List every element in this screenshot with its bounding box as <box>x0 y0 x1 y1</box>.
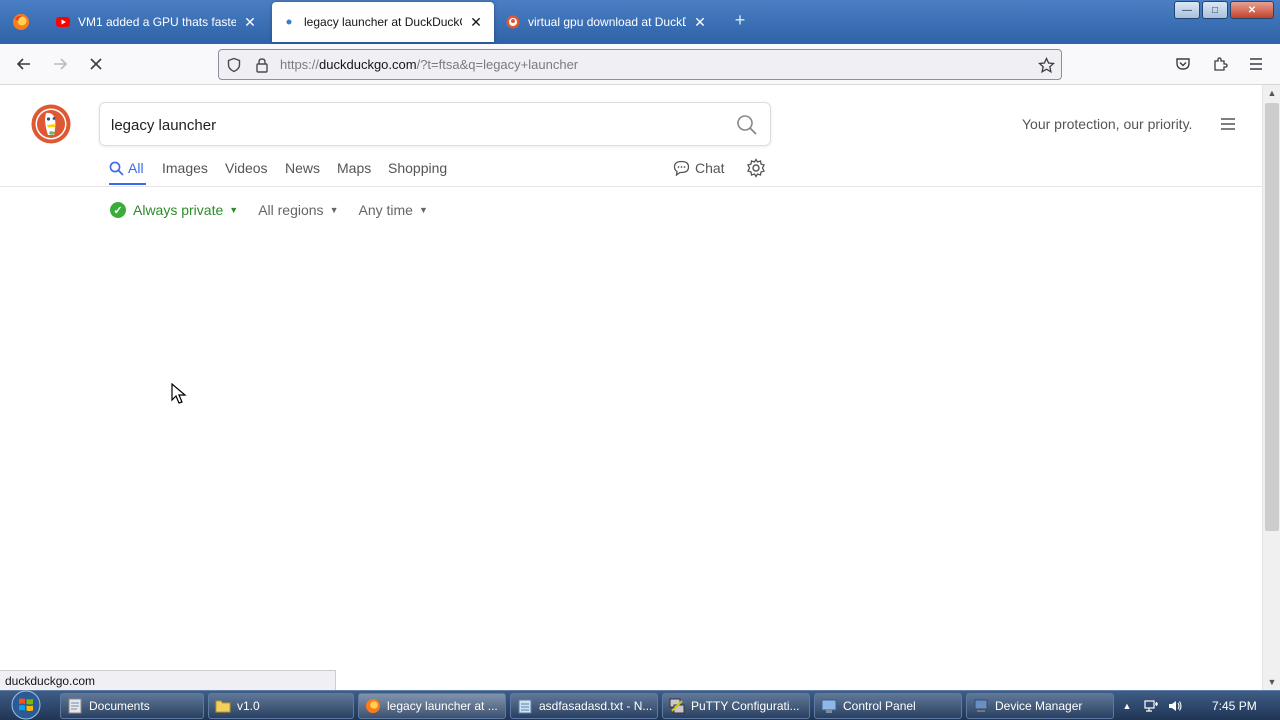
windows-taskbar: Documents v1.0 legacy launcher at ... as… <box>0 690 1280 720</box>
show-hidden-icons-icon[interactable]: ▲ <box>1118 697 1136 715</box>
mouse-cursor-icon <box>171 382 187 405</box>
active-tab-underline <box>109 183 146 185</box>
link-status-bar: duckduckgo.com <box>0 670 336 690</box>
chat-button[interactable]: Chat <box>673 160 725 176</box>
vertical-scrollbar[interactable]: ▲ ▼ <box>1262 85 1280 690</box>
notepad-icon <box>517 698 533 714</box>
bookmark-star-icon[interactable] <box>1037 56 1055 74</box>
search-filters: ✓ Always private ▼ All regions ▼ Any tim… <box>110 200 448 220</box>
taskbar-control-panel[interactable]: Control Panel <box>814 693 962 719</box>
forward-arrow-icon <box>54 58 68 70</box>
duckduckgo-logo[interactable] <box>31 104 71 144</box>
scroll-down-icon[interactable]: ▼ <box>1263 674 1280 690</box>
back-arrow-icon <box>16 58 30 70</box>
documents-icon <box>67 698 83 714</box>
taskbar-firefox[interactable]: legacy launcher at ... <box>358 693 506 719</box>
url-text: https://duckduckgo.com/?t=ftsa&q=legacy+… <box>280 57 579 72</box>
minimize-button[interactable]: — <box>1174 1 1200 19</box>
caret-down-icon: ▼ <box>229 205 239 215</box>
volume-icon[interactable] <box>1166 697 1184 715</box>
ddg-menu-icon[interactable] <box>1218 114 1238 134</box>
taskbar-putty[interactable]: PuTTY Configurati... <box>662 693 810 719</box>
lock-icon[interactable] <box>253 56 271 74</box>
always-private-filter[interactable]: ✓ Always private ▼ <box>110 202 238 218</box>
chat-bubble-icon <box>673 160 690 176</box>
tab-title: VM1 added a GPU thats faster t <box>78 15 236 29</box>
tab-close-icon[interactable]: ✕ <box>242 14 258 30</box>
youtube-icon <box>56 15 70 29</box>
app-menu-icon[interactable] <box>1245 53 1267 75</box>
settings-gear-icon[interactable] <box>746 158 766 178</box>
start-button[interactable] <box>4 689 48 720</box>
tab-news[interactable]: News <box>285 160 320 176</box>
caret-down-icon: ▼ <box>329 205 339 215</box>
stop-icon <box>90 58 102 70</box>
network-icon[interactable] <box>1142 697 1160 715</box>
taskbar-notepad[interactable]: asdfasadasd.txt - N... <box>510 693 658 719</box>
tab-strip: VM1 added a GPU thats faster t ✕ legacy … <box>0 0 1280 44</box>
tab-images[interactable]: Images <box>162 160 208 176</box>
tab-title: legacy launcher at DuckDuckGo <box>304 15 462 29</box>
forward-button[interactable] <box>46 50 74 78</box>
search-icon[interactable] <box>736 114 758 136</box>
tab-maps[interactable]: Maps <box>337 160 371 176</box>
duckduckgo-page: Your protection, our priority. All Image… <box>0 85 1262 690</box>
address-bar[interactable]: https://duckduckgo.com/?t=ftsa&q=legacy+… <box>218 49 1062 80</box>
search-tabs: All Images Videos News Maps Shopping Cha… <box>0 155 1262 187</box>
taskbar-documents[interactable]: Documents <box>60 693 204 719</box>
caret-down-icon: ▼ <box>418 205 428 215</box>
stop-loading-button[interactable] <box>82 50 110 78</box>
firefox-icon <box>365 698 381 714</box>
scroll-thumb[interactable] <box>1265 103 1279 531</box>
tab-duckduckgo-legacy-launcher[interactable]: legacy launcher at DuckDuckGo ✕ <box>272 2 494 42</box>
check-circle-icon: ✓ <box>110 202 126 218</box>
duckduckgo-icon <box>506 15 520 29</box>
taskbar-folder-v1[interactable]: v1.0 <box>208 693 354 719</box>
tab-virtual-gpu[interactable]: virtual gpu download at DuckD ✕ <box>496 2 718 42</box>
extensions-icon[interactable] <box>1209 53 1231 75</box>
tab-videos[interactable]: Videos <box>225 160 268 176</box>
device-manager-icon <box>973 698 989 714</box>
search-icon <box>109 161 124 176</box>
taskbar-clock[interactable]: 7:45 PM <box>1212 699 1257 713</box>
tab-close-icon[interactable]: ✕ <box>692 14 708 30</box>
tracking-protection-shield-icon[interactable] <box>225 56 243 74</box>
region-filter[interactable]: All regions ▼ <box>258 202 338 218</box>
search-input[interactable] <box>111 114 711 136</box>
control-panel-icon <box>821 698 837 714</box>
maximize-button[interactable]: □ <box>1202 1 1228 19</box>
taskbar-device-manager[interactable]: Device Manager <box>966 693 1114 719</box>
new-tab-button[interactable]: + <box>728 8 752 32</box>
scroll-up-icon[interactable]: ▲ <box>1263 85 1280 101</box>
window-controls: — □ ✕ <box>1174 1 1274 19</box>
time-filter[interactable]: Any time ▼ <box>358 202 427 218</box>
tab-title: virtual gpu download at DuckD <box>528 15 686 29</box>
loading-dot-icon <box>282 15 296 29</box>
tab-shopping[interactable]: Shopping <box>388 160 447 176</box>
tab-close-icon[interactable]: ✕ <box>468 14 484 30</box>
folder-icon <box>215 698 231 714</box>
search-box <box>99 102 771 146</box>
close-window-button[interactable]: ✕ <box>1230 1 1274 19</box>
windows-logo-icon <box>11 690 41 720</box>
system-tray: ▲ 7:45 PM <box>1118 691 1257 720</box>
navigation-bar: https://duckduckgo.com/?t=ftsa&q=legacy+… <box>0 44 1280 85</box>
tagline: Your protection, our priority. <box>1022 116 1193 132</box>
tab-all[interactable]: All <box>109 160 144 176</box>
firefox-menu-icon[interactable] <box>0 0 42 44</box>
putty-icon <box>669 698 685 714</box>
tab-youtube[interactable]: VM1 added a GPU thats faster t ✕ <box>46 2 268 42</box>
pocket-icon[interactable] <box>1172 53 1194 75</box>
back-button[interactable] <box>10 50 38 78</box>
